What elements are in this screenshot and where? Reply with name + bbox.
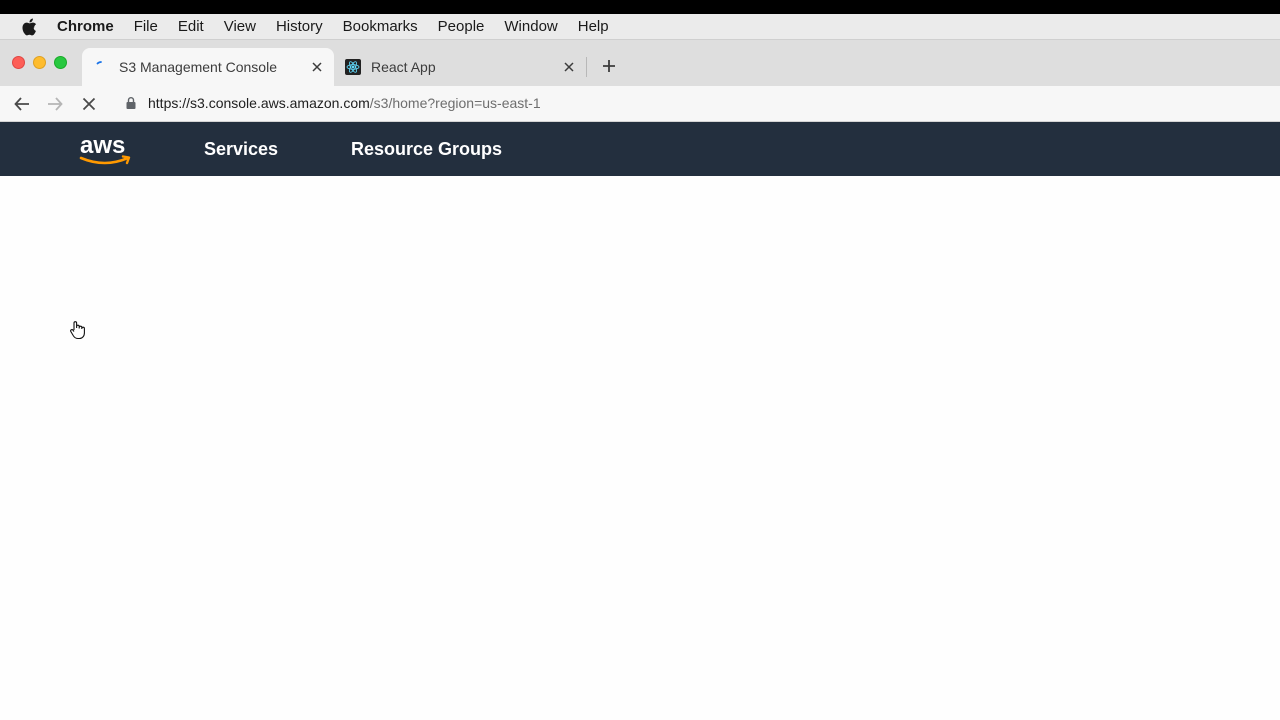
macos-menu-bar: Chrome File Edit View History Bookmarks … <box>0 14 1280 40</box>
url-host: https://s3.console.aws.amazon.com <box>148 95 370 111</box>
tab-separator <box>586 57 587 77</box>
url-path: /s3/home?region=us-east-1 <box>369 95 541 111</box>
hand-cursor-icon <box>69 320 87 340</box>
menu-app-chrome[interactable]: Chrome <box>57 18 124 35</box>
window-minimize-button[interactable] <box>33 56 46 69</box>
tab-react-app[interactable]: React App <box>336 48 586 86</box>
screen-top-strip <box>0 0 1280 14</box>
apple-icon[interactable] <box>21 18 37 36</box>
resource-groups-menu[interactable]: Resource Groups <box>351 139 502 160</box>
menu-view[interactable]: View <box>214 18 266 35</box>
window-close-button[interactable] <box>12 56 25 69</box>
aws-console-nav: aws Services Resource Groups <box>0 122 1280 176</box>
menu-file[interactable]: File <box>124 18 168 35</box>
browser-tab-strip: S3 Management Console React App <box>0 40 1280 86</box>
back-arrow-icon[interactable] <box>12 94 32 114</box>
tab-title: React App <box>371 59 436 75</box>
menu-people[interactable]: People <box>428 18 495 35</box>
menu-help[interactable]: Help <box>568 18 619 35</box>
tab-s3-management-console[interactable]: S3 Management Console <box>82 48 334 86</box>
menu-edit[interactable]: Edit <box>168 18 214 35</box>
lock-icon[interactable] <box>126 96 136 110</box>
menu-bookmarks[interactable]: Bookmarks <box>333 18 428 35</box>
stop-loading-icon[interactable] <box>79 94 99 114</box>
forward-arrow-icon[interactable] <box>45 94 65 114</box>
menu-window[interactable]: Window <box>494 18 567 35</box>
services-menu[interactable]: Services <box>204 139 278 160</box>
menu-history[interactable]: History <box>266 18 333 35</box>
browser-toolbar: https://s3.console.aws.amazon.com/s3/hom… <box>0 86 1280 122</box>
new-tab-button[interactable] <box>598 55 620 77</box>
svg-text:aws: aws <box>80 132 125 159</box>
tab-close-icon[interactable] <box>307 57 327 77</box>
aws-logo[interactable]: aws <box>78 132 134 168</box>
react-favicon-icon <box>345 59 361 75</box>
tab-close-icon[interactable] <box>559 57 579 77</box>
address-bar[interactable]: https://s3.console.aws.amazon.com/s3/hom… <box>148 95 541 111</box>
window-fullscreen-button[interactable] <box>54 56 67 69</box>
loading-spinner-icon <box>94 60 108 74</box>
tab-title: S3 Management Console <box>119 59 277 75</box>
page-content-area <box>0 176 1280 720</box>
